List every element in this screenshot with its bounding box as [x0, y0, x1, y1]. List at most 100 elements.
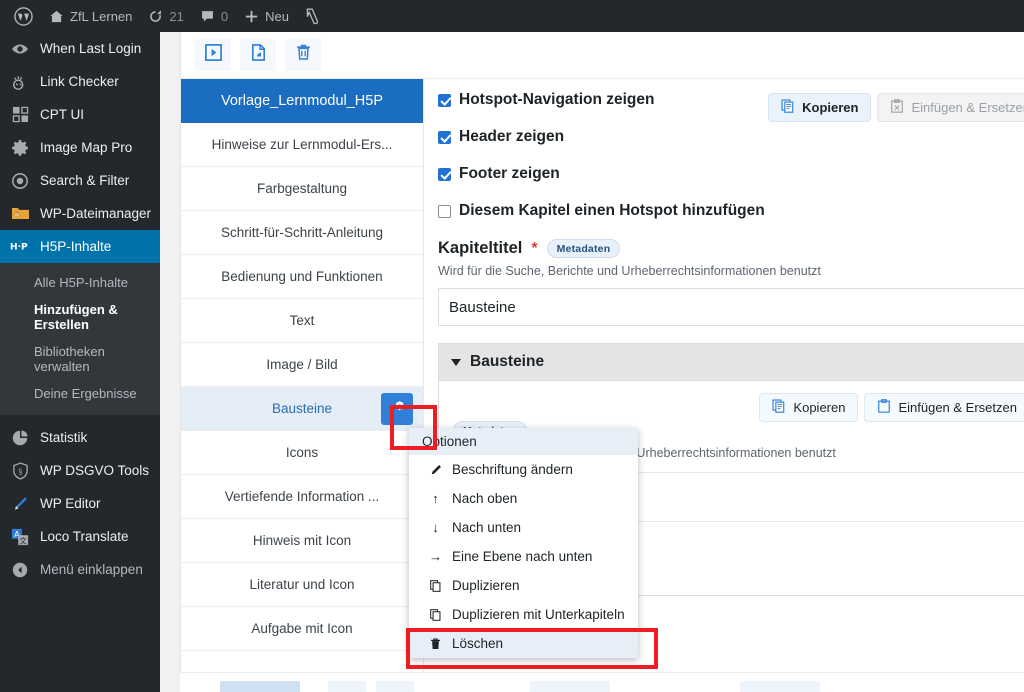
chapter-label: Hinweise zur Lernmodul-Ers... — [211, 137, 393, 152]
kapiteltitel-input[interactable] — [438, 288, 1024, 326]
context-menu-item-duplizieren[interactable]: Duplizieren — [409, 571, 638, 600]
sidebar-item-search-filter[interactable]: Search & Filter — [0, 164, 160, 197]
ghost-button — [220, 681, 300, 692]
chapter-item-10[interactable]: Hinweis mit Icon — [181, 519, 423, 563]
ghost-button — [740, 681, 820, 692]
copy-button[interactable]: Kopieren — [768, 93, 872, 122]
checkbox-hotspot-navigation[interactable] — [438, 93, 451, 107]
sidebar-item-h5p-inhalte[interactable]: H·P H5P-Inhalte — [0, 230, 168, 263]
plus-icon — [244, 9, 259, 24]
chapter-item-3[interactable]: Schritt-für-Schritt-Anleitung — [181, 211, 423, 255]
site-name-menu[interactable]: ZfL Lernen — [41, 0, 140, 32]
sidebar-item-image-map-pro[interactable]: Image Map Pro — [0, 131, 160, 164]
checkbox-row-add-hotspot[interactable]: Diesem Kapitel einen Hotspot hinzufügen — [438, 202, 1024, 220]
sidebar-item-loco-translate[interactable]: A文 Loco Translate — [0, 520, 160, 553]
sidebar-item-cpt-ui[interactable]: CPT UI — [0, 98, 160, 131]
submenu-item-hinzufuegen-erstellen[interactable]: Hinzufügen & Erstellen — [0, 296, 160, 338]
chapter-item-bausteine[interactable]: Bausteine — [181, 387, 423, 431]
context-menu-item-duplizieren-mit-unterkapiteln[interactable]: Duplizieren mit Unterkapiteln — [409, 600, 638, 629]
triangle-down-icon — [451, 358, 461, 366]
chapter-item-5[interactable]: Text — [181, 299, 423, 343]
chapter-label: Icons — [285, 445, 319, 460]
checkbox-row-header[interactable]: Header zeigen — [438, 128, 1024, 146]
context-menu-title: Optionen — [409, 428, 638, 455]
checkbox-label: Header zeigen — [459, 128, 565, 145]
chapter-item-1[interactable]: Hinweise zur Lernmodul-Ers... — [181, 123, 423, 167]
context-menu-item-eine-ebene-nach-unten[interactable]: → Eine Ebene nach unten — [409, 542, 638, 571]
chapter-item-6[interactable]: Image / Bild — [181, 343, 423, 387]
bausteine-group-header[interactable]: Bausteine — [438, 343, 1024, 381]
chapter-item-9[interactable]: Vertiefende Information ... — [181, 475, 423, 519]
chapter-label: Literatur und Icon — [249, 577, 355, 592]
sidebar-item-wp-dateimanager[interactable]: W WP-Dateimanager — [0, 197, 160, 230]
new-content-menu[interactable]: Neu — [236, 0, 297, 32]
submenu-item-bibliotheken-verwalten[interactable]: Bibliotheken verwalten — [0, 338, 160, 380]
comments-count: 0 — [220, 8, 229, 24]
sidebar-item-label: H5P-Inhalte — [40, 239, 112, 254]
comments-menu[interactable]: 0 — [192, 0, 236, 32]
arrow-right-icon: → — [429, 549, 442, 564]
checkbox-add-hotspot[interactable] — [438, 204, 451, 218]
context-menu-item-label: Eine Ebene nach unten — [452, 549, 593, 564]
sidebar-item-link-checker[interactable]: Link Checker — [0, 65, 160, 98]
group-paste-label: Einfügen & Ersetzen — [898, 400, 1017, 415]
group-copy-button[interactable]: Kopieren — [759, 393, 859, 422]
checkbox-header[interactable] — [438, 130, 451, 144]
copy-icon — [781, 99, 795, 116]
submenu-item-deine-ergebnisse[interactable]: Deine Ergebnisse — [0, 380, 160, 407]
updates-icon — [148, 9, 163, 24]
chapter-options-button[interactable] — [381, 393, 413, 425]
export-file-button[interactable] — [240, 39, 276, 71]
eye-icon — [10, 39, 30, 59]
delete-button[interactable] — [285, 39, 321, 71]
context-menu-item-nach-oben[interactable]: ↑ Nach oben — [409, 484, 638, 513]
sidebar-item-wp-editor[interactable]: WP Editor — [0, 487, 160, 520]
sidebar-item-when-last-login[interactable]: When Last Login — [0, 32, 160, 65]
chapter-item-11[interactable]: Literatur und Icon — [181, 563, 423, 607]
checkbox-row-footer[interactable]: Footer zeigen — [438, 165, 1024, 183]
preview-play-button[interactable] — [195, 39, 231, 71]
chapter-item-2[interactable]: Farbgestaltung — [181, 167, 423, 211]
context-menu-item-nach-unten[interactable]: ↓ Nach unten — [409, 513, 638, 542]
paste-icon — [890, 99, 904, 116]
wp-admin-sidebar: When Last Login Link Checker CPT UI Imag… — [0, 32, 168, 692]
chapter-label: Schritt-für-Schritt-Anleitung — [220, 225, 384, 240]
chapter-label: Farbgestaltung — [256, 181, 348, 196]
sidebar-item-label: WP DSGVO Tools — [40, 463, 150, 478]
paste-label: Einfügen & Ersetzen — [911, 100, 1024, 115]
chapter-label: Vorlage_Lernmodul_H5P — [220, 93, 384, 109]
copy-icon — [772, 399, 786, 416]
wp-logo-menu[interactable] — [6, 0, 41, 32]
chapter-item-8[interactable]: Icons — [181, 431, 423, 475]
duplicate-icon — [429, 608, 442, 621]
chapter-item-4[interactable]: Bedienung und Funktionen — [181, 255, 423, 299]
yoast-menu[interactable] — [297, 0, 329, 32]
metadata-badge[interactable]: Metadaten — [546, 239, 621, 258]
sidebar-item-wp-dsgvo-tools[interactable]: § WP DSGVO Tools — [0, 454, 160, 487]
sidebar-item-label: WP Editor — [40, 496, 101, 511]
chapter-item-12[interactable]: Aufgabe mit Icon — [181, 607, 423, 651]
gear-icon — [10, 138, 30, 158]
context-menu-item-beschriftung-aendern[interactable]: Beschriftung ändern — [409, 455, 638, 484]
chapter-item-root[interactable]: Vorlage_Lernmodul_H5P — [181, 79, 423, 123]
group-paste-replace-button[interactable]: Einfügen & Ersetzen — [864, 393, 1024, 422]
collapse-menu-button[interactable]: Menü einklappen — [0, 553, 160, 586]
bausteine-group-title: Bausteine — [470, 353, 545, 370]
yoast-seo-icon — [305, 8, 321, 25]
site-name-label: ZfL Lernen — [70, 8, 133, 24]
sidebar-item-label: CPT UI — [40, 107, 85, 122]
pie-chart-icon — [10, 428, 30, 448]
svg-text:W: W — [14, 213, 19, 219]
collapse-arrow-icon — [10, 560, 30, 580]
paste-replace-button[interactable]: Einfügen & Ersetzen — [877, 93, 1024, 122]
sidebar-item-statistik[interactable]: Statistik — [0, 421, 160, 454]
sidebar-item-label: WP-Dateimanager — [40, 206, 152, 221]
checkbox-footer[interactable] — [438, 167, 451, 181]
h5p-submenu: Alle H5P-Inhalte Hinzufügen & Erstellen … — [0, 263, 160, 415]
submenu-item-alle-h5p-inhalte[interactable]: Alle H5P-Inhalte — [0, 269, 160, 296]
context-menu-item-loeschen[interactable]: Löschen — [409, 629, 638, 658]
bottom-partial-toolbar — [180, 672, 1024, 692]
translate-icon: A文 — [10, 527, 30, 547]
sidebar-item-label: Image Map Pro — [40, 140, 133, 155]
updates-menu[interactable]: 21 — [140, 0, 191, 32]
